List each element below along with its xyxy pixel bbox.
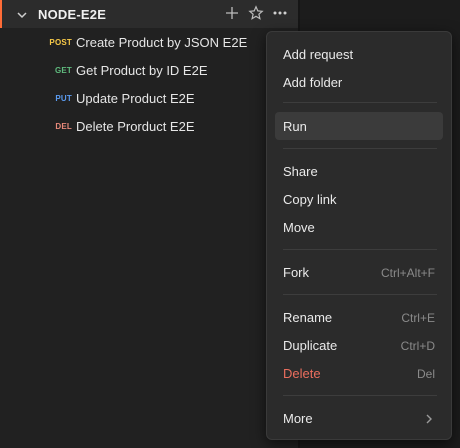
menu-item-label: Share [283, 164, 318, 179]
menu-item-label: Fork [283, 265, 309, 280]
menu-item-fork[interactable]: Fork Ctrl+Alt+F [275, 258, 443, 286]
menu-divider [283, 148, 437, 149]
star-icon[interactable] [248, 5, 264, 21]
menu-item-copy-link[interactable]: Copy link [275, 185, 443, 213]
request-item[interactable]: GET Get Product by ID E2E [0, 56, 298, 84]
request-name: Update Product E2E [76, 91, 195, 106]
chevron-down-icon[interactable] [16, 8, 28, 20]
request-name: Get Product by ID E2E [76, 63, 208, 78]
collection-name: NODE-E2E [38, 7, 107, 22]
method-badge: PUT [55, 94, 72, 103]
menu-divider [283, 249, 437, 250]
menu-divider [283, 294, 437, 295]
menu-item-shortcut: Del [416, 367, 435, 381]
method-badge: GET [54, 66, 72, 75]
menu-item-label: Run [283, 119, 307, 134]
menu-item-add-folder[interactable]: Add folder [275, 68, 443, 96]
menu-item-move[interactable]: Move [275, 213, 443, 241]
request-item[interactable]: POST Create Product by JSON E2E [0, 28, 298, 56]
add-icon[interactable] [224, 5, 240, 21]
menu-item-rename[interactable]: Rename Ctrl+E [275, 303, 443, 331]
menu-item-label: Add folder [283, 75, 343, 90]
menu-item-shortcut: Ctrl+Alt+F [380, 266, 435, 280]
method-badge: POST [49, 38, 72, 47]
menu-item-label: Add request [283, 47, 354, 62]
menu-item-duplicate[interactable]: Duplicate Ctrl+D [275, 331, 443, 359]
menu-item-more[interactable]: More [275, 404, 443, 432]
menu-item-add-request[interactable]: Add request [275, 40, 443, 68]
method-badge: DEL [55, 122, 72, 131]
request-item[interactable]: DEL Delete Prorduct E2E [0, 112, 298, 140]
sidebar: NODE-E2E POST Create Product by JSON E2E… [0, 0, 298, 448]
menu-item-share[interactable]: Share [275, 157, 443, 185]
request-item[interactable]: PUT Update Product E2E [0, 84, 298, 112]
menu-item-delete[interactable]: Delete Del [275, 359, 443, 387]
menu-item-label: Duplicate [283, 338, 338, 353]
menu-item-run[interactable]: Run [275, 112, 443, 140]
context-menu: Add request Add folder Run Share Copy li… [266, 31, 452, 440]
chevron-right-icon [423, 412, 435, 424]
menu-item-label: Delete [283, 366, 321, 381]
more-options-icon[interactable] [272, 5, 288, 21]
menu-divider [283, 102, 437, 103]
menu-item-label: More [283, 411, 313, 426]
menu-item-label: Move [283, 220, 315, 235]
menu-item-shortcut: Ctrl+D [400, 339, 435, 353]
menu-item-label: Rename [283, 310, 333, 325]
request-name: Create Product by JSON E2E [76, 35, 248, 50]
menu-divider [283, 395, 437, 396]
collection-row[interactable]: NODE-E2E [0, 0, 298, 28]
request-name: Delete Prorduct E2E [76, 119, 195, 134]
menu-item-shortcut: Ctrl+E [401, 311, 435, 325]
menu-item-label: Copy link [283, 192, 337, 207]
